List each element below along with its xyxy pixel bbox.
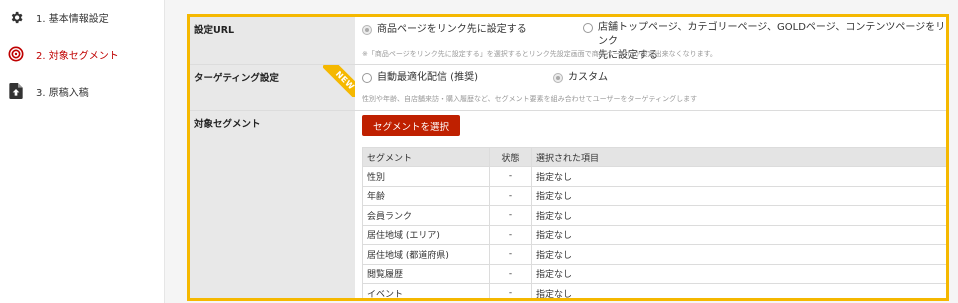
radio-selected-icon (553, 73, 563, 83)
column-header-segment: セグメント (362, 147, 490, 167)
radio-product-page[interactable]: 商品ページをリンク先に設定する (362, 23, 527, 37)
table-header-row: セグメント 状態 選択された項目 (362, 147, 946, 167)
sidebar-item-manuscript[interactable]: 3. 原稿入稿 (8, 81, 89, 101)
gear-icon (8, 9, 24, 25)
column-header-selected: 選択された項目 (531, 147, 946, 167)
radio-label: 商品ページをリンク先に設定する (377, 24, 527, 35)
sidebar-item-label: 1. 基本情報設定 (36, 13, 109, 25)
segment-status: - (489, 205, 532, 226)
sidebar-item-label: 3. 原稿入稿 (36, 87, 89, 99)
table-row: 居住地域 (エリア) - 指定なし (362, 224, 946, 245)
column-header-status: 状態 (489, 147, 532, 167)
segment-label: 対象セグメント (190, 111, 355, 298)
targeting-note: 性別や年齢、自店舗来訪・購入履歴など、セグメント要素を組み合わせてユーザーをター… (362, 95, 698, 103)
targeting-setting-row: ターゲティング設定 NEW 自動最適化配信 (推奨) カスタム 性別や年齢、自店… (190, 65, 946, 111)
segment-name: 居住地域 (都道府県) (362, 244, 490, 265)
sidebar: 1. 基本情報設定 2. 対象セグメント 3. 原稿入稿 (0, 0, 165, 303)
segment-selection: 指定なし (531, 263, 946, 284)
segment-table: セグメント 状態 選択された項目 性別 - 指定なし 年齢 - 指定なし 会員ラ… (362, 147, 946, 298)
url-setting-row: 設定URL 商品ページをリンク先に設定する 店舗トップページ、カテゴリーページ、… (190, 17, 946, 65)
radio-label: カスタム (568, 72, 608, 83)
segment-row: 対象セグメント セグメントを選択 セグメント 状態 選択された項目 性別 - 指… (190, 111, 946, 298)
target-icon (8, 46, 24, 62)
segment-status: - (489, 166, 532, 187)
segment-status: - (489, 244, 532, 265)
radio-label: 店舗トップページ、カテゴリーページ、GOLDページ、コンテンツページをリンク (598, 22, 946, 47)
segment-name: 性別 (362, 166, 490, 187)
segment-status: - (489, 185, 532, 206)
radio-selected-icon (362, 25, 372, 35)
table-row: 閲覧履歴 - 指定なし (362, 263, 946, 284)
radio-auto-optimize[interactable]: 自動最適化配信 (推奨) (362, 71, 478, 85)
sidebar-item-label: 2. 対象セグメント (36, 50, 119, 62)
url-note: ※「商品ページをリンク先に設定する」を選択するとリンク先設定画面で商品ページしか… (362, 50, 717, 58)
radio-custom[interactable]: カスタム (553, 71, 608, 85)
table-row: 年齢 - 指定なし (362, 185, 946, 206)
segment-selection: 指定なし (531, 224, 946, 245)
new-badge: NEW (323, 65, 355, 97)
sidebar-item-segment[interactable]: 2. 対象セグメント (8, 44, 119, 64)
segment-status: - (489, 283, 532, 298)
segment-selection: 指定なし (531, 205, 946, 226)
select-segment-button[interactable]: セグメントを選択 (362, 115, 460, 136)
segment-name: イベント (362, 283, 490, 298)
highlighted-form: 設定URL 商品ページをリンク先に設定する 店舗トップページ、カテゴリーページ、… (187, 14, 949, 301)
segment-name: 会員ランク (362, 205, 490, 226)
segment-status: - (489, 263, 532, 284)
url-setting-label: 設定URL (190, 17, 355, 64)
segment-selection: 指定なし (531, 244, 946, 265)
segment-selection: 指定なし (531, 166, 946, 187)
radio-unselected-icon (362, 73, 372, 83)
table-row: 性別 - 指定なし (362, 166, 946, 187)
segment-selection: 指定なし (531, 185, 946, 206)
radio-label: 自動最適化配信 (推奨) (377, 72, 478, 83)
file-upload-icon (8, 83, 24, 99)
main-area: 設定URL 商品ページをリンク先に設定する 店舗トップページ、カテゴリーページ、… (165, 0, 958, 303)
segment-status: - (489, 224, 532, 245)
segment-selection: 指定なし (531, 283, 946, 298)
table-row: イベント - 指定なし (362, 283, 946, 298)
table-row: 居住地域 (都道府県) - 指定なし (362, 244, 946, 265)
segment-name: 居住地域 (エリア) (362, 224, 490, 245)
segment-name: 年齢 (362, 185, 490, 206)
segment-name: 閲覧履歴 (362, 263, 490, 284)
table-row: 会員ランク - 指定なし (362, 205, 946, 226)
radio-unselected-icon (583, 23, 593, 33)
sidebar-item-basic-info[interactable]: 1. 基本情報設定 (8, 7, 109, 27)
